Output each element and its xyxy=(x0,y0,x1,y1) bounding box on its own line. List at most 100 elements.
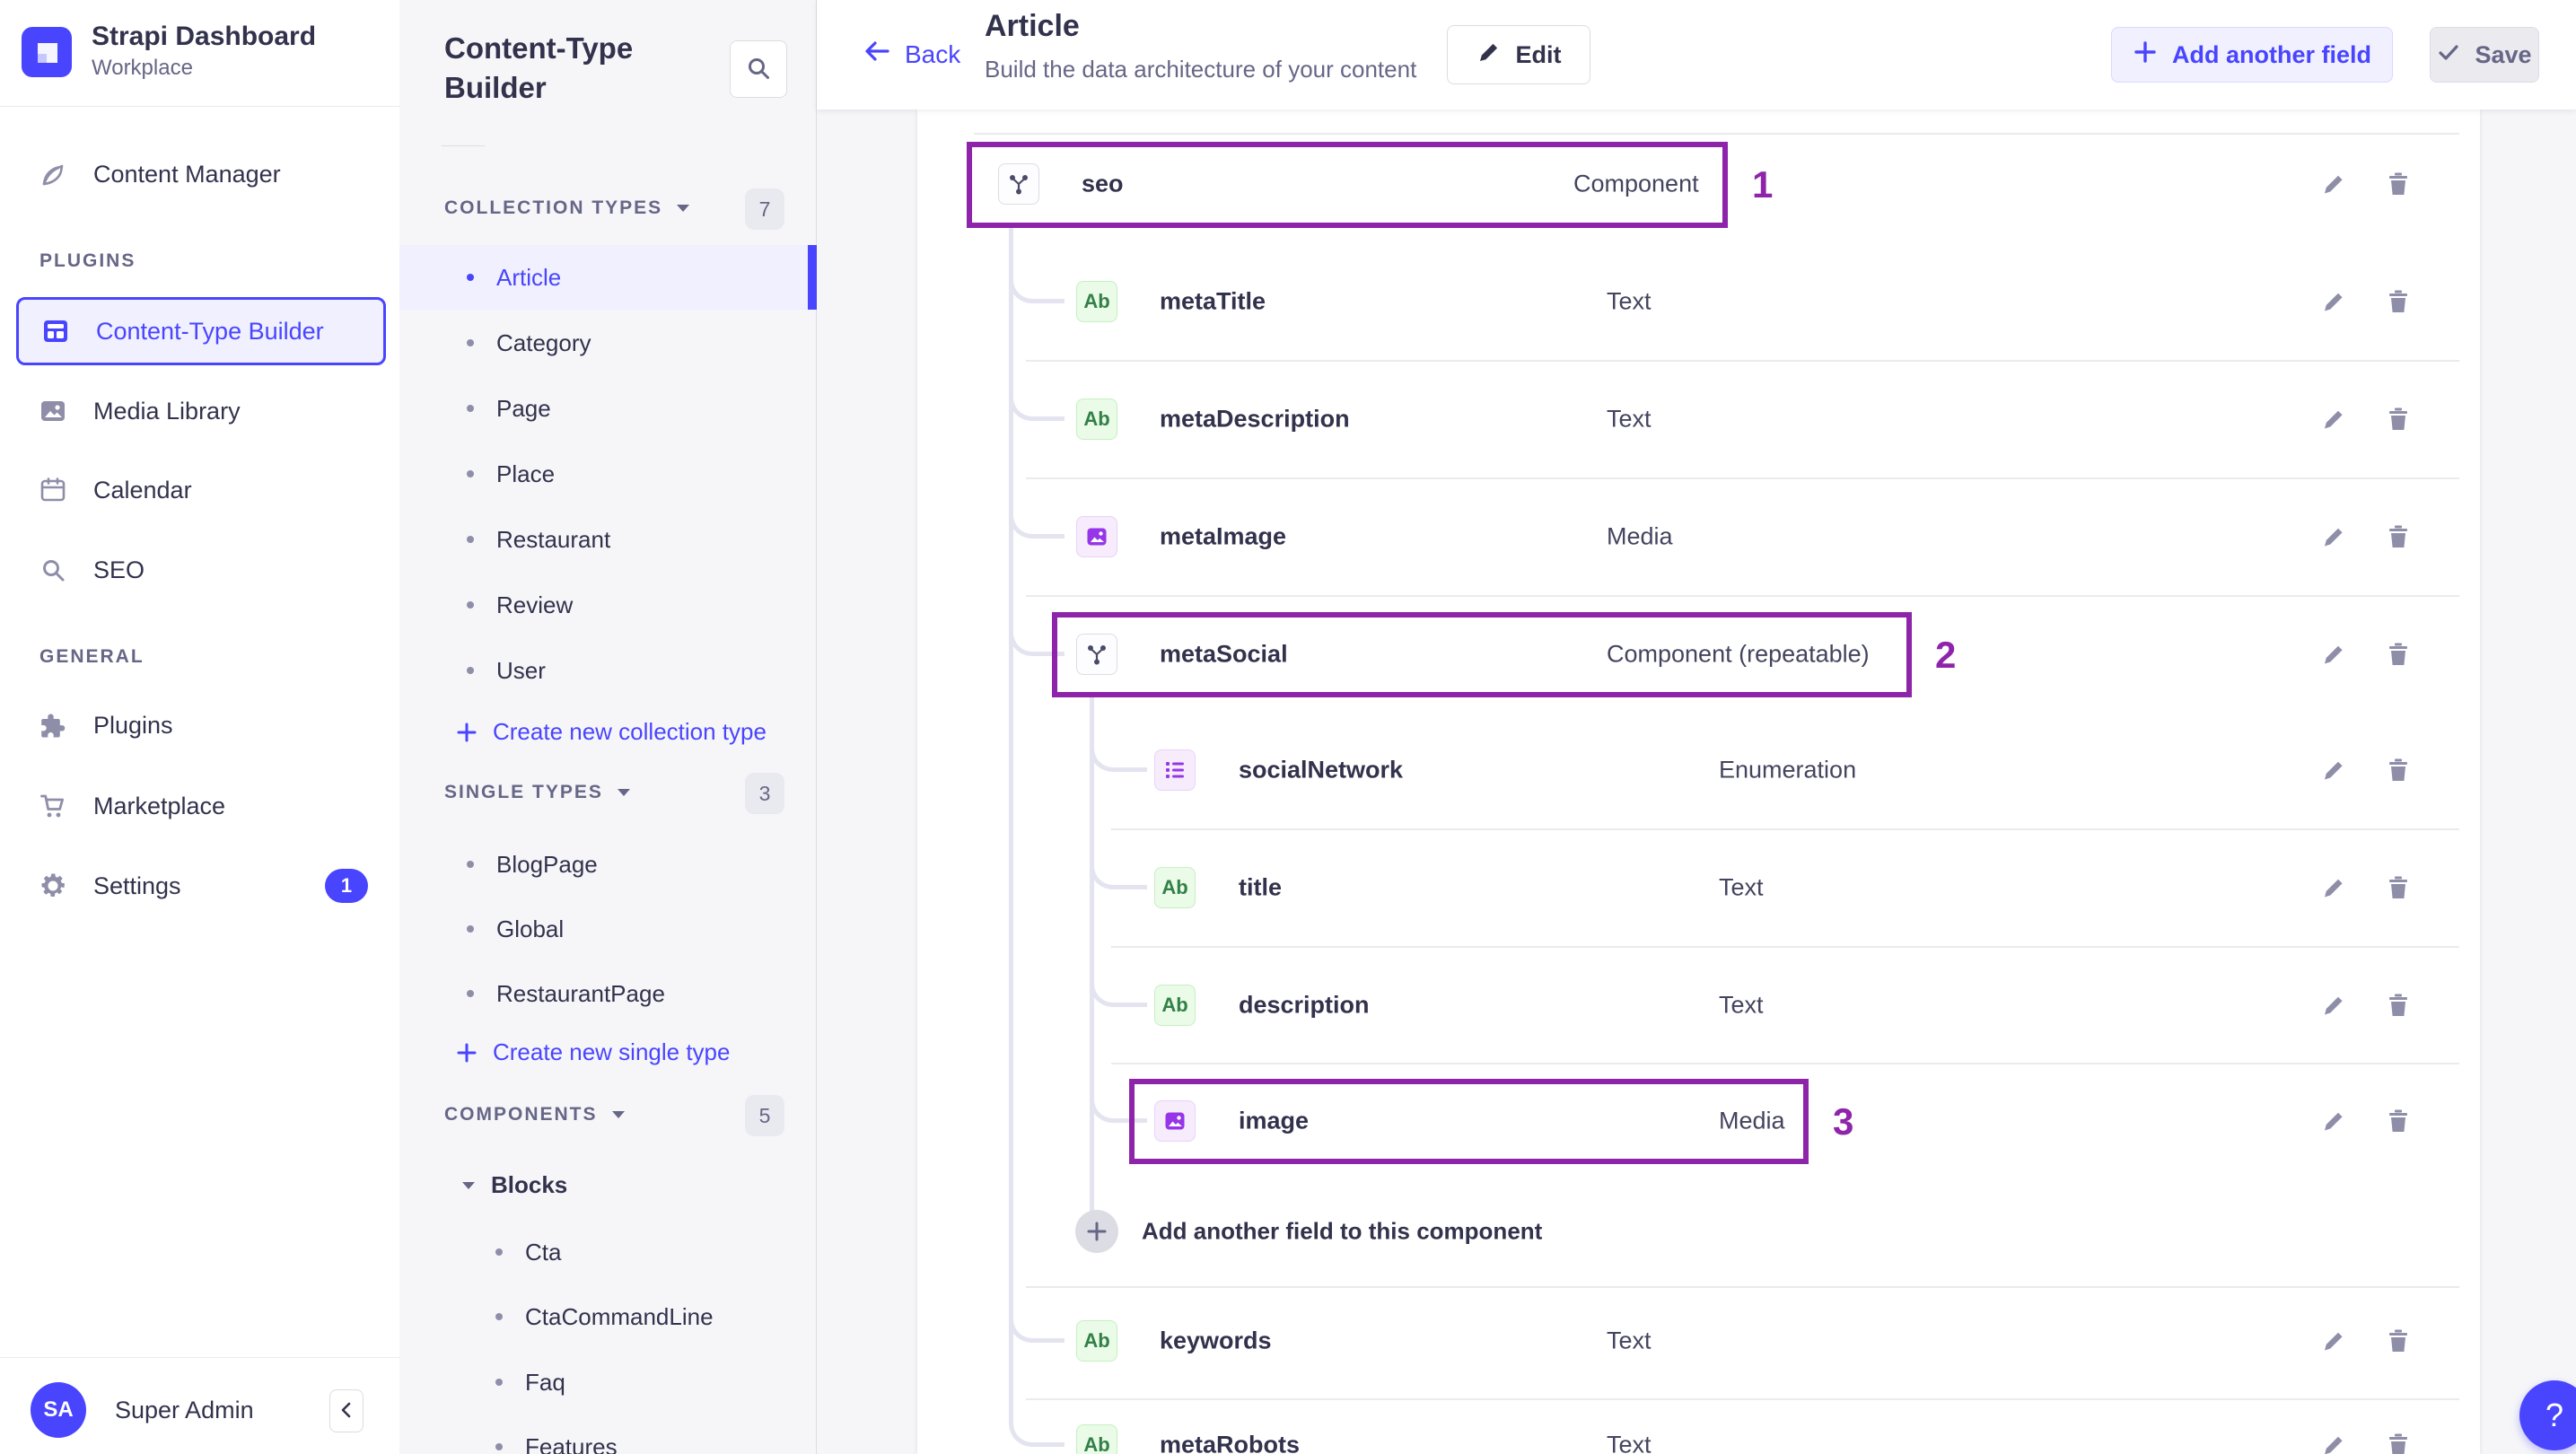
text-icon: Ab xyxy=(1076,1320,1117,1362)
bullet-icon xyxy=(467,405,474,412)
edit-field-button[interactable] xyxy=(2314,1425,2353,1454)
bullet-icon xyxy=(495,1313,503,1320)
pencil-icon xyxy=(2320,757,2347,784)
delete-field-button[interactable] xyxy=(2379,1321,2418,1361)
sidebar-item-settings[interactable]: Settings 1 xyxy=(16,852,386,920)
panel-item-review[interactable]: Review xyxy=(399,573,817,637)
panel-item-article[interactable]: Article xyxy=(399,245,817,310)
pencil-icon xyxy=(2320,874,2347,901)
add-another-field-button[interactable]: Add another field xyxy=(2111,27,2393,83)
sidebar-item-content-manager[interactable]: Content Manager xyxy=(16,140,386,208)
panel-section-label: COLLECTION TYPES xyxy=(444,197,663,218)
save-button[interactable]: Save xyxy=(2430,27,2539,83)
field-name: keywords xyxy=(1160,1327,1272,1354)
search-button[interactable] xyxy=(730,40,787,98)
delete-field-button[interactable] xyxy=(2379,517,2418,556)
sidebar-item-calendar[interactable]: Calendar xyxy=(16,456,386,524)
app-title: Strapi Dashboard xyxy=(92,22,317,51)
panel-item-place[interactable]: Place xyxy=(399,442,817,506)
delete-field-button[interactable] xyxy=(2379,635,2418,674)
sidebar-item-seo[interactable]: SEO xyxy=(16,536,386,604)
delete-field-button[interactable] xyxy=(2379,164,2418,204)
edit-field-button[interactable] xyxy=(2314,282,2353,321)
panel-item-label: Faq xyxy=(525,1368,565,1396)
trash-icon xyxy=(2385,288,2412,315)
row-divider xyxy=(1111,1063,2459,1064)
user-name: Super Admin xyxy=(115,1397,254,1423)
edit-field-button[interactable] xyxy=(2314,399,2353,439)
sidebar-item-media-library[interactable]: Media Library xyxy=(16,377,386,445)
avatar[interactable]: SA xyxy=(31,1382,86,1438)
active-item-indicator xyxy=(808,245,817,310)
edit-field-button[interactable] xyxy=(2314,635,2353,674)
bullet-icon xyxy=(495,1248,503,1256)
trash-icon xyxy=(2385,641,2412,668)
delete-field-button[interactable] xyxy=(2379,1101,2418,1141)
panel-group-blocks[interactable]: Blocks xyxy=(460,1171,567,1199)
collapse-sidebar-button[interactable] xyxy=(329,1389,364,1432)
fields-card xyxy=(917,109,2480,1454)
delete-field-button[interactable] xyxy=(2379,1425,2418,1454)
delete-field-button[interactable] xyxy=(2379,985,2418,1025)
panel-item-label: Place xyxy=(496,460,556,487)
panel-section-header[interactable]: COMPONENTS xyxy=(444,1104,626,1126)
create-new-type-link[interactable]: Create new collection type xyxy=(455,718,767,746)
create-new-type-link[interactable]: Create new single type xyxy=(455,1038,730,1066)
row-divider xyxy=(974,133,2459,135)
pencil-icon xyxy=(1476,39,1502,71)
sidebar-divider xyxy=(0,106,399,107)
edit-field-button[interactable] xyxy=(2314,1321,2353,1361)
pencil-icon xyxy=(2320,992,2347,1019)
panel-item-ctacommandline[interactable]: CtaCommandLine xyxy=(399,1284,817,1349)
tree-line xyxy=(1090,697,1094,1212)
bullet-icon xyxy=(467,861,474,868)
delete-field-button[interactable] xyxy=(2379,282,2418,321)
plus-accent-icon xyxy=(455,721,478,744)
pencil-icon xyxy=(2320,523,2347,550)
row-divider xyxy=(1111,946,2459,948)
layout-icon xyxy=(42,318,69,345)
panel-item-cta[interactable]: Cta xyxy=(399,1220,817,1284)
sidebar-item-content-type-builder[interactable]: Content-Type Builder xyxy=(16,297,386,365)
edit-button[interactable]: Edit xyxy=(1447,25,1590,84)
panel-item-page[interactable]: Page xyxy=(399,376,817,441)
panel-section-header[interactable]: COLLECTION TYPES xyxy=(444,197,691,219)
nav-section-label: PLUGINS xyxy=(39,250,136,271)
panel-item-faq[interactable]: Faq xyxy=(399,1350,817,1415)
search-icon xyxy=(39,556,66,583)
delete-field-button[interactable] xyxy=(2379,399,2418,439)
page-title: Article xyxy=(985,9,1080,43)
panel-item-restaurantpage[interactable]: RestaurantPage xyxy=(399,961,817,1026)
media-field-icon xyxy=(1076,516,1117,557)
back-arrow-icon xyxy=(862,36,892,73)
help-button[interactable]: ? xyxy=(2519,1380,2576,1450)
delete-field-button[interactable] xyxy=(2379,750,2418,790)
panel-item-features[interactable]: Features xyxy=(399,1415,817,1454)
panel-item-label: Restaurant xyxy=(496,525,611,553)
sidebar-item-plugins[interactable]: Plugins xyxy=(16,691,386,759)
tree-elbow xyxy=(1090,727,1147,772)
edit-field-button[interactable] xyxy=(2314,985,2353,1025)
add-field-to-component-button[interactable] xyxy=(1075,1210,1118,1253)
caret-down-icon xyxy=(675,202,691,215)
tree-elbow xyxy=(1009,494,1065,539)
panel-item-category[interactable]: Category xyxy=(399,311,817,375)
panel-item-blogpage[interactable]: BlogPage xyxy=(399,832,817,897)
sidebar-item-marketplace[interactable]: Marketplace xyxy=(16,772,386,840)
panel-item-global[interactable]: Global xyxy=(399,897,817,961)
workspace-name: Workplace xyxy=(92,56,193,80)
panel-item-user[interactable]: User xyxy=(399,638,817,703)
field-name: metaTitle xyxy=(1160,287,1266,315)
calendar-icon xyxy=(39,477,66,504)
edit-field-button[interactable] xyxy=(2314,1101,2353,1141)
edit-field-button[interactable] xyxy=(2314,164,2353,204)
edit-field-button[interactable] xyxy=(2314,517,2353,556)
delete-field-button[interactable] xyxy=(2379,868,2418,907)
back-link[interactable]: Back xyxy=(862,36,960,73)
row-divider xyxy=(1026,595,2459,597)
edit-field-button[interactable] xyxy=(2314,868,2353,907)
panel-section-header[interactable]: SINGLE TYPES xyxy=(444,782,632,803)
panel-item-restaurant[interactable]: Restaurant xyxy=(399,507,817,572)
panel-section-count: 3 xyxy=(745,773,784,814)
edit-field-button[interactable] xyxy=(2314,750,2353,790)
